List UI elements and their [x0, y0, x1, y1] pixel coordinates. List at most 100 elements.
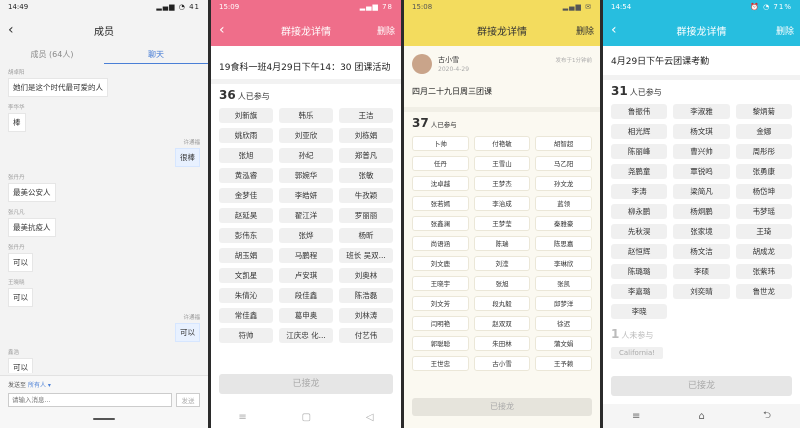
composer: 发送至所有人 ▾ 发送 [0, 375, 208, 428]
participant-chip: 李琳欣 [535, 256, 592, 271]
message-input[interactable] [8, 393, 172, 407]
back-arrow-icon[interactable]: ‹ [611, 22, 617, 38]
participant-chip: 张敏 [339, 168, 393, 183]
chat-message: 许通福很棒 [8, 138, 200, 167]
participant-chip: 黎炳菊 [735, 104, 792, 119]
participant-grid: 卜帅 付艳敏 胡智超 任丹 王雪山 马乙阳 沈卓越 王梦杰 孙文龙 张若嫣 李治成 蓝领 张鑫澜 王梦莹秦… [404, 136, 600, 371]
participant-chip: 付艺伟 [339, 328, 393, 343]
participant-chip: 刘新旗 [219, 108, 273, 123]
chat-message: 张丹丹 可以 [8, 243, 200, 272]
participant-chip: 朱倩沁 [219, 288, 273, 303]
message-bubble[interactable]: 可以 [8, 358, 33, 373]
participant-count-number: 36 [219, 88, 236, 102]
jielong-detail-pink: 15:09 ▂▄▆ 78 ‹ 群接龙详情 删除 19食科一班4月29日下午14：… [211, 0, 401, 428]
participant-chip: 周彤彤 [735, 144, 792, 159]
jielong-detail-yellow: 15:08 ▂▄▆ ✉ 群接龙详情 删除 古小雪 2020-4-29 发布于1分… [404, 0, 600, 428]
participant-chip: 金梦佳 [219, 188, 273, 203]
message-bubble[interactable]: 她们是这个时代最可爱的人 [8, 78, 108, 97]
participant-chip: 古小雪 [473, 356, 531, 371]
header: ‹ 群接龙详情 删除 [211, 14, 401, 46]
back-arrow-icon[interactable]: ‹ [219, 22, 225, 38]
page-title: 群接龙详情 [676, 26, 727, 38]
message-bubble[interactable]: 很棒 [175, 148, 200, 167]
participant-chip: 邱梦洋 [535, 296, 592, 311]
participant-chip: 蒲文娟 [535, 336, 592, 351]
participant-chip: 李淑雅 [673, 104, 730, 119]
message-sender: 张丹丹 [8, 245, 25, 251]
participant-chip: 王雪山 [473, 156, 531, 171]
participant-chip: 张旭 [219, 148, 273, 163]
creator-name: 古小雪 [438, 56, 459, 64]
participant-chip: 陈思嘉 [535, 236, 592, 251]
page-title: 群接龙详情 [477, 26, 527, 38]
menu-icon[interactable]: ≡ [632, 411, 640, 422]
message-bubble[interactable]: 可以 [8, 288, 33, 307]
not-participated-number: 1 [611, 327, 620, 341]
participant-chip: 李皓妍 [279, 188, 333, 203]
home-icon[interactable]: ▢ [302, 412, 311, 423]
participant-chip: 梁简凡 [673, 184, 730, 199]
participant-chip: 陈璐璐 [611, 264, 668, 279]
creator-date: 2020-4-29 [438, 66, 470, 73]
header: ‹ 成员 [0, 14, 208, 46]
participant-chip: 常佳鑫 [219, 308, 273, 323]
message-bubble[interactable]: 可以 [8, 253, 33, 272]
send-button[interactable]: 发送 [176, 393, 200, 407]
participant-chip: 刘文芳 [412, 296, 469, 311]
status-bar: 14:54 ⏰ ◔ 71% [603, 0, 800, 14]
participant-chip: 王梦莹 [473, 216, 531, 231]
participant-grid: 刘新旗 韩乐 王洁 姚欣雨 刘亚欣 刘栋娟 张旭 孙纪 郑普凡 黄泓睿 郭婉华 张敏 金梦佳 李皓妍 牛孜颖… [211, 108, 401, 343]
participant-chip: 翟江洋 [279, 208, 333, 223]
page-title: 群接龙详情 [281, 26, 331, 38]
back-icon[interactable]: ⮌ [763, 408, 771, 425]
joined-button[interactable]: 已接龙 [412, 398, 592, 416]
chat-message: 胡卓阳 她们是这个时代最可爱的人 [8, 68, 200, 97]
tab-members[interactable]: 成员 (64人) [0, 46, 104, 64]
delete-button[interactable]: 删除 [776, 24, 794, 37]
joined-button[interactable]: 已接龙 [219, 374, 393, 394]
home-indicator [93, 418, 115, 420]
tab-bar: 成员 (64人) 聊天 [0, 46, 208, 64]
participant-chip: 任丹 [412, 156, 469, 171]
joined-button[interactable]: 已接龙 [611, 376, 792, 396]
participant-chip: 沈卓越 [412, 176, 469, 191]
back-arrow-icon[interactable]: ‹ [8, 22, 14, 38]
participant-chip: 李涛 [611, 184, 668, 199]
participant-chip: 张勇康 [735, 164, 792, 179]
participant-count: 31 人已参与 [603, 80, 800, 104]
home-icon[interactable]: ⌂ [699, 411, 705, 422]
participant-chip: 杨炯鹏 [673, 204, 730, 219]
message-bubble[interactable]: 最美公安人 [8, 183, 56, 202]
participant-chip: 鲁世龙 [735, 284, 792, 299]
not-participated-chip: California! [611, 347, 664, 359]
message-sender: 李华华 [8, 105, 25, 111]
avatar [412, 54, 432, 74]
participant-chip: 郑普凡 [339, 148, 393, 163]
message-bubble[interactable]: 最美抗疫人 [8, 218, 56, 237]
delete-button[interactable]: 删除 [576, 24, 594, 37]
send-to: 发送至 所有人 ▾ [8, 380, 200, 389]
tab-chat[interactable]: 聊天 [104, 46, 208, 64]
nav-bar: ≡ ▢ ◁ [211, 406, 401, 428]
participant-chip: 刘奥林 [339, 268, 393, 283]
participant-chip: 刘林涛 [339, 308, 393, 323]
participant-chip: 张鑫澜 [412, 216, 469, 231]
chat-message: 李华华棒 [8, 103, 200, 132]
participant-chip: 朱田林 [473, 336, 531, 351]
participant-chip: 张烨 [279, 228, 333, 243]
status-icons: ▂▄▆ 78 [359, 3, 393, 11]
header: ‹ 群接龙详情 删除 [603, 14, 800, 46]
chat-messages[interactable]: 胡卓阳 她们是这个时代最可爱的人李华华棒许通福很棒张丹丹 最美公安人张凡凡 最美抗疫人… [0, 64, 208, 373]
participant-chip: 段佳鑫 [279, 288, 333, 303]
menu-icon[interactable]: ≡ [238, 412, 246, 423]
back-icon[interactable]: ◁ [366, 412, 374, 423]
participant-chip: 先秋淏 [611, 224, 668, 239]
chat-message: 张凡凡 最美抗疫人 [8, 208, 200, 237]
message-bubble[interactable]: 可以 [175, 323, 200, 342]
participant-chip: 张旭 [473, 276, 531, 291]
delete-button[interactable]: 删除 [377, 24, 395, 37]
participant-chip: 罗丽丽 [339, 208, 393, 223]
send-to-select[interactable]: 所有人 ▾ [28, 382, 51, 389]
message-bubble[interactable]: 棒 [8, 113, 26, 132]
message-sender: 许通福 [183, 140, 200, 146]
